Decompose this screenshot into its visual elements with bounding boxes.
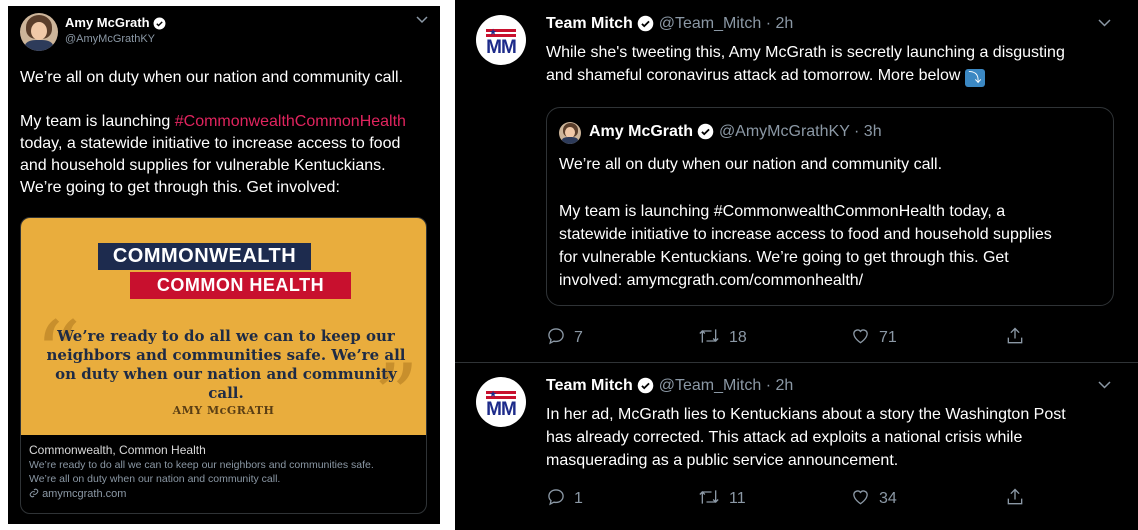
card-quote: We’re ready to do all we can to keep our… [46,327,406,402]
like-count: 71 [879,329,897,346]
card-image: COMMONWEALTH COMMON HEALTH “ ” We’re rea… [21,218,426,443]
retweet-count: 18 [729,329,747,346]
timestamp[interactable]: · 2h [766,15,794,32]
team-mitch-feed: ★ MM Team Mitch @Team_Mitch · 2h While s… [455,0,1138,530]
reply-icon [548,328,564,345]
card-description-line: We’re all on duty when our nation and co… [29,473,281,485]
retweet-icon [699,329,719,343]
quoted-text-line: for vulnerable Kentuckians. We’re going … [559,249,1009,266]
reply-button[interactable]: 7 [546,326,583,347]
tweet-text-segment: and shameful coronavirus attack ad tomor… [546,67,961,84]
tweet-text-line: While she's tweeting this, Amy McGrath i… [546,44,1065,61]
amy-mcgrath-tweet[interactable]: Amy McGrath @AmyMcGrathKY We’re all on d… [8,6,440,524]
share-icon [1007,488,1023,505]
logo-text: MM [486,37,517,58]
chevron-down-icon[interactable] [1098,377,1111,392]
tweet-header: Team Mitch @Team_Mitch · 2h [546,377,793,395]
avatar[interactable]: ★ MM [476,377,526,427]
reply-button[interactable]: 1 [546,487,583,508]
author-name[interactable]: Team Mitch [546,15,633,32]
return-arrow-icon: ⤵ [964,69,985,87]
share-button[interactable] [1005,326,1033,347]
reply-count: 1 [574,490,583,507]
hashtag-link[interactable]: #CommonwealthCommonHealth [175,113,406,130]
author-name[interactable]: Team Mitch [546,377,633,394]
quoted-tweet[interactable]: Amy McGrath @AmyMcGrathKY · 3h We’re all… [546,107,1114,306]
card-meta: Commonwealth, Common Health We’re ready … [29,442,424,502]
chevron-down-icon[interactable] [1098,15,1111,30]
tweet-text-line: In her ad, McGrath lies to Kentuckians a… [546,406,1066,423]
card-description-line: We’re ready to do all we can to keep our… [29,459,374,471]
card-link[interactable]: amymcgrath.com [29,486,424,502]
banner-line-2: COMMON HEALTH [130,272,351,299]
link-card[interactable]: COMMONWEALTH COMMON HEALTH “ ” We’re rea… [20,217,427,514]
quoted-text-line: involved: amymcgrath.com/commonhealth/ [559,272,864,289]
tweet-text-line: today, a statewide initiative to increas… [20,135,401,152]
card-link-text[interactable]: amymcgrath.com [42,488,126,500]
tweet-text-line: masquerading as a public service announc… [546,452,899,469]
like-icon [853,329,868,344]
author-handle[interactable]: @Team_Mitch [659,15,762,32]
tweet-text-line: We’re going to get through this. Get inv… [20,179,340,196]
logo-text: MM [486,399,517,420]
card-author: AMY McGRATH [172,404,275,417]
divider [455,362,1138,363]
banner-line-1: COMMONWEALTH [98,243,311,270]
avatar [559,122,581,144]
tweet-text-line: has already corrected. This attack ad ex… [546,429,1023,446]
verified-badge-icon [637,377,654,394]
chevron-down-icon[interactable] [416,13,428,27]
reply-icon [548,489,564,506]
tweet-text-line: We’re all on duty when our nation and co… [20,69,404,86]
share-icon [1007,327,1023,344]
share-button[interactable] [1005,487,1033,508]
tweet-text-line: and shameful coronavirus attack ad tomor… [546,64,985,87]
verified-badge-icon [637,15,654,32]
verified-badge-icon [153,17,166,30]
quoted-text-line: We’re all on duty when our nation and co… [559,156,943,173]
verified-badge-icon [698,123,714,140]
quoted-text-line: statewide initiative to increase access … [559,226,1052,243]
link-icon [29,488,39,498]
avatar[interactable] [20,13,58,51]
like-button[interactable]: 34 [850,487,897,508]
avatar[interactable]: ★ MM [476,15,526,65]
tweet-text-segment: My team is launching [20,113,175,130]
like-button[interactable]: 71 [850,326,897,347]
tweet-header: Team Mitch @Team_Mitch · 2h [546,15,793,33]
retweet-icon [699,490,719,504]
like-icon [853,490,868,505]
reply-count: 7 [574,329,583,346]
retweet-button[interactable]: 11 [697,487,746,508]
tweet-text-line: and household supplies for vulnerable Ke… [20,157,386,174]
author-handle[interactable]: @Team_Mitch [659,377,762,394]
card-title: Commonwealth, Common Health [29,443,206,457]
quoted-tweet-header: Amy McGrath @AmyMcGrathKY · 3h [589,123,882,141]
author-handle[interactable]: @AmyMcGrathKY [65,33,155,45]
author-name-text[interactable]: Amy McGrath [65,15,150,30]
author-name[interactable]: Amy McGrath [65,15,166,30]
like-count: 34 [879,490,897,507]
author-name: Amy McGrath [589,123,694,140]
timestamp: · 3h [854,123,882,140]
timestamp[interactable]: · 2h [766,377,794,394]
tweet-text-line: My team is launching #CommonwealthCommon… [20,111,406,133]
author-handle: @AmyMcGrathKY [718,123,850,140]
quoted-text-line: My team is launching #CommonwealthCommon… [559,203,1006,220]
retweet-count: 11 [729,490,746,507]
retweet-button[interactable]: 18 [697,326,747,347]
